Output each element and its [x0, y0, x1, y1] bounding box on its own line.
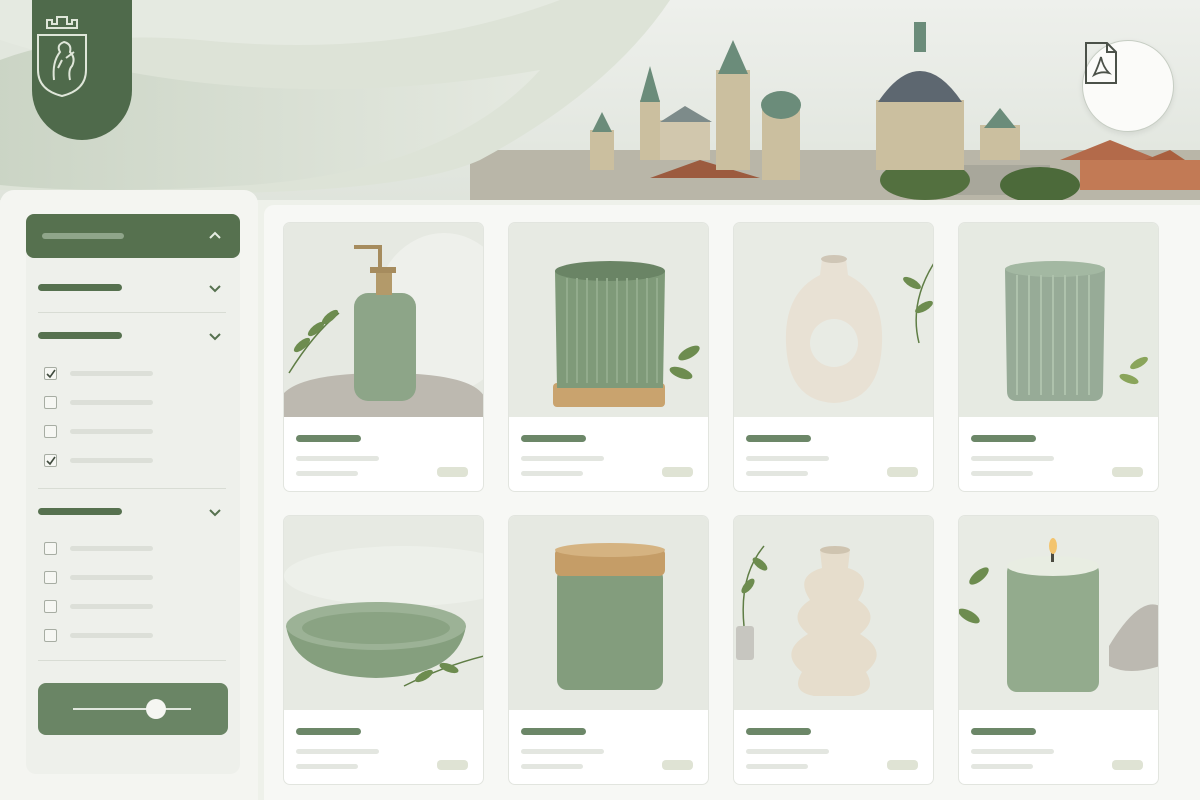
- filter-checkbox[interactable]: [44, 396, 57, 409]
- product-title-placeholder: [521, 435, 586, 442]
- product-price-placeholder: [437, 467, 468, 477]
- chevron-down-icon: [209, 509, 221, 517]
- filter-option-label: [70, 371, 153, 376]
- filter-section-1-toggle[interactable]: [38, 272, 226, 302]
- product-description-placeholder: [746, 749, 829, 754]
- divider: [38, 660, 226, 661]
- crest-badge[interactable]: [32, 0, 132, 140]
- checkmark-icon: [45, 369, 56, 378]
- filter-checkbox[interactable]: [44, 542, 57, 555]
- filter-option-label: [70, 575, 153, 580]
- filter-option-label: [70, 633, 153, 638]
- divider: [38, 488, 226, 489]
- filter-option-label: [70, 546, 153, 551]
- soap-dispenser-image: [284, 223, 483, 417]
- product-description-placeholder: [296, 749, 379, 754]
- product-card[interactable]: [733, 515, 934, 785]
- product-price-placeholder: [887, 760, 918, 770]
- filter-section-3-label: [38, 507, 122, 515]
- product-card[interactable]: [508, 222, 709, 492]
- product-card[interactable]: [958, 515, 1159, 785]
- ring-vase-image: [734, 223, 933, 417]
- product-description-placeholder: [521, 749, 604, 754]
- slider-handle[interactable]: [146, 699, 166, 719]
- product-card[interactable]: [958, 222, 1159, 492]
- slider-track[interactable]: [73, 708, 191, 710]
- lion-crest-icon: [37, 16, 87, 98]
- product-title-placeholder: [296, 728, 361, 735]
- product-title-placeholder: [296, 435, 361, 442]
- divider: [38, 312, 226, 313]
- product-title-placeholder: [971, 435, 1036, 442]
- filter-option-label: [70, 400, 153, 405]
- product-description-placeholder: [971, 471, 1033, 476]
- filter-panel: [26, 214, 240, 774]
- pdf-document-icon: [1085, 42, 1117, 84]
- product-description-placeholder: [971, 764, 1033, 769]
- product-card[interactable]: [508, 515, 709, 785]
- product-title-placeholder: [971, 728, 1036, 735]
- product-title-placeholder: [746, 435, 811, 442]
- pdf-download-button[interactable]: [1082, 40, 1174, 132]
- filter-section-3-toggle[interactable]: [38, 496, 226, 526]
- hero-banner: [0, 0, 1200, 200]
- product-price-placeholder: [887, 467, 918, 477]
- filter-option-label: [70, 429, 153, 434]
- product-price-placeholder: [437, 760, 468, 770]
- product-price-placeholder: [1112, 467, 1143, 477]
- product-description-placeholder: [521, 456, 604, 461]
- filter-section-2-toggle[interactable]: [38, 320, 226, 350]
- green-glass-image: [959, 223, 1158, 417]
- ceramic-bowl-image: [284, 516, 483, 710]
- filter-checkbox[interactable]: [44, 629, 57, 642]
- product-grid: [264, 205, 1200, 800]
- product-price-placeholder: [1112, 760, 1143, 770]
- product-card[interactable]: [283, 222, 484, 492]
- product-description-placeholder: [296, 456, 379, 461]
- filter-header-label: [42, 233, 124, 239]
- product-title-placeholder: [746, 728, 811, 735]
- chevron-down-icon: [209, 285, 221, 293]
- product-description-placeholder: [746, 471, 808, 476]
- product-description-placeholder: [746, 456, 829, 461]
- chevron-down-icon: [209, 333, 221, 341]
- range-slider-panel: [38, 683, 228, 735]
- filter-header-toggle[interactable]: [26, 214, 240, 258]
- checkmark-icon: [45, 456, 56, 465]
- filter-checkbox[interactable]: [44, 454, 57, 467]
- filter-checkbox[interactable]: [44, 367, 57, 380]
- product-description-placeholder: [521, 471, 583, 476]
- filter-section-1-label: [38, 283, 122, 291]
- candle-jar-image: [959, 516, 1158, 710]
- filter-sidebar: [0, 190, 258, 800]
- canister-image: [509, 516, 708, 710]
- filter-option-label: [70, 604, 153, 609]
- product-price-placeholder: [662, 760, 693, 770]
- filter-checkbox[interactable]: [44, 571, 57, 584]
- product-card[interactable]: [283, 515, 484, 785]
- chevron-up-icon: [209, 231, 221, 239]
- filter-option-label: [70, 458, 153, 463]
- filter-checkbox[interactable]: [44, 600, 57, 613]
- wavy-vase-image: [734, 516, 933, 710]
- product-title-placeholder: [521, 728, 586, 735]
- product-description-placeholder: [971, 749, 1054, 754]
- filter-checkbox[interactable]: [44, 425, 57, 438]
- product-description-placeholder: [971, 456, 1054, 461]
- product-description-placeholder: [296, 764, 358, 769]
- product-description-placeholder: [296, 471, 358, 476]
- city-skyline-illustration: [0, 0, 1200, 200]
- ribbed-pot-image: [509, 223, 708, 417]
- product-description-placeholder: [521, 764, 583, 769]
- product-description-placeholder: [746, 764, 808, 769]
- product-card[interactable]: [733, 222, 934, 492]
- filter-section-2-label: [38, 331, 122, 339]
- product-price-placeholder: [662, 467, 693, 477]
